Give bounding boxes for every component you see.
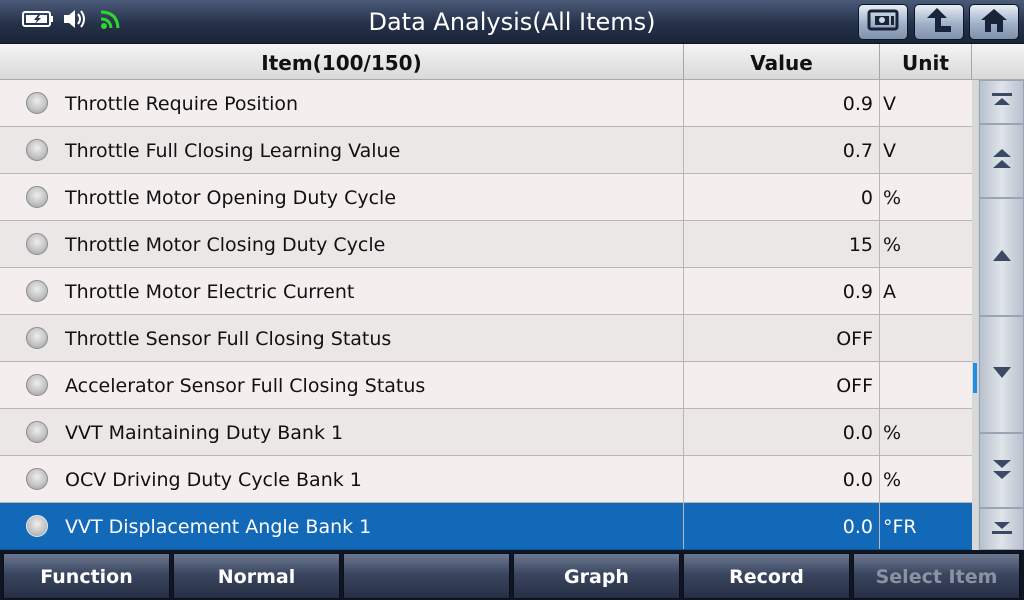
item-unit: V bbox=[883, 140, 896, 162]
column-header-value: Value bbox=[684, 44, 880, 79]
scroll-bottom-icon bbox=[990, 518, 1014, 540]
item-unit bbox=[880, 362, 972, 408]
item-unit: % bbox=[883, 422, 902, 444]
column-header-item: Item(100/150) bbox=[0, 44, 684, 79]
item-name: VVT Displacement Angle Bank 1 bbox=[0, 503, 684, 549]
scroll-top-button[interactable] bbox=[979, 80, 1024, 124]
table-row[interactable]: Throttle Motor Closing Duty Cycle 15 % bbox=[0, 221, 972, 268]
scroll-up-button[interactable] bbox=[979, 198, 1024, 316]
scroll-down-icon bbox=[990, 365, 1014, 385]
graph-button[interactable]: Graph bbox=[513, 553, 680, 599]
table-row-selected[interactable]: VVT Displacement Angle Bank 1 0.0 °FR bbox=[0, 503, 972, 550]
home-button[interactable] bbox=[969, 4, 1019, 40]
page-up-button[interactable] bbox=[979, 124, 1024, 198]
item-unit: % bbox=[883, 469, 902, 491]
scroll-bottom-button[interactable] bbox=[979, 508, 1024, 550]
item-value: 0.0 bbox=[684, 456, 880, 502]
item-value: OFF bbox=[684, 362, 880, 408]
item-name: Throttle Sensor Full Closing Status bbox=[0, 315, 684, 361]
table-row[interactable]: Throttle Motor Opening Duty Cycle 0 % bbox=[0, 174, 972, 221]
photo-card-icon bbox=[866, 8, 900, 36]
scrollbar-thumb[interactable] bbox=[973, 363, 977, 393]
table-row[interactable]: Throttle Sensor Full Closing Status OFF bbox=[0, 315, 972, 362]
item-value: 0.9 bbox=[684, 80, 880, 126]
item-value: 15 bbox=[684, 221, 880, 267]
item-unit: % bbox=[883, 234, 902, 256]
photo-card-button[interactable] bbox=[858, 4, 908, 40]
item-name: Throttle Motor Closing Duty Cycle bbox=[0, 221, 684, 267]
scrollbar-track[interactable] bbox=[972, 80, 978, 550]
scroll-up-icon bbox=[990, 247, 1014, 267]
record-button[interactable]: Record bbox=[683, 553, 850, 599]
table-body: Throttle Require Position 0.9 V Throttle… bbox=[0, 80, 972, 550]
table-row[interactable]: VVT Maintaining Duty Bank 1 0.0 % bbox=[0, 409, 972, 456]
item-unit: °FR bbox=[883, 516, 917, 538]
page-down-icon bbox=[990, 456, 1014, 486]
scroll-top-icon bbox=[990, 91, 1014, 113]
item-value: 0.9 bbox=[684, 268, 880, 314]
home-icon bbox=[979, 6, 1009, 38]
item-unit: % bbox=[883, 187, 902, 209]
item-value: 0.7 bbox=[684, 127, 880, 173]
scroll-down-button[interactable] bbox=[979, 316, 1024, 433]
blank-button[interactable] bbox=[343, 553, 510, 599]
page-down-button[interactable] bbox=[979, 433, 1024, 508]
item-name: OCV Driving Duty Cycle Bank 1 bbox=[0, 456, 684, 502]
scroll-panel bbox=[972, 80, 1024, 550]
item-value: 0.0 bbox=[684, 409, 880, 455]
table-row[interactable]: Throttle Require Position 0.9 V bbox=[0, 80, 972, 127]
item-name: Throttle Motor Electric Current bbox=[0, 268, 684, 314]
table-row[interactable]: Throttle Motor Electric Current 0.9 A bbox=[0, 268, 972, 315]
normal-button[interactable]: Normal bbox=[173, 553, 340, 599]
back-button[interactable] bbox=[914, 4, 964, 40]
table-header: Item(100/150) Value Unit bbox=[0, 44, 1024, 80]
select-item-button: Select Item bbox=[853, 553, 1020, 599]
column-header-spacer bbox=[972, 44, 1024, 79]
item-unit: V bbox=[883, 93, 896, 115]
table-row[interactable]: OCV Driving Duty Cycle Bank 1 0.0 % bbox=[0, 456, 972, 503]
item-name: Throttle Motor Opening Duty Cycle bbox=[0, 174, 684, 220]
back-up-icon bbox=[923, 6, 955, 38]
item-unit bbox=[880, 315, 972, 361]
item-name: Throttle Full Closing Learning Value bbox=[0, 127, 684, 173]
item-name: Throttle Require Position bbox=[0, 80, 684, 126]
function-button[interactable]: Function bbox=[3, 553, 170, 599]
page-up-icon bbox=[990, 146, 1014, 176]
table-row[interactable]: Accelerator Sensor Full Closing Status O… bbox=[0, 362, 972, 409]
title-bar: Data Analysis(All Items) bbox=[0, 0, 1024, 44]
item-value: 0.0 bbox=[684, 503, 880, 549]
item-value: OFF bbox=[684, 315, 880, 361]
item-name: Accelerator Sensor Full Closing Status bbox=[0, 362, 684, 408]
column-header-unit: Unit bbox=[880, 44, 972, 79]
item-name: VVT Maintaining Duty Bank 1 bbox=[0, 409, 684, 455]
data-table: Item(100/150) Value Unit Throttle Requir… bbox=[0, 44, 1024, 550]
bottom-bar: Function Normal Graph Record Select Item bbox=[0, 550, 1024, 600]
item-value: 0 bbox=[684, 174, 880, 220]
table-row[interactable]: Throttle Full Closing Learning Value 0.7… bbox=[0, 127, 972, 174]
item-unit: A bbox=[883, 281, 896, 303]
